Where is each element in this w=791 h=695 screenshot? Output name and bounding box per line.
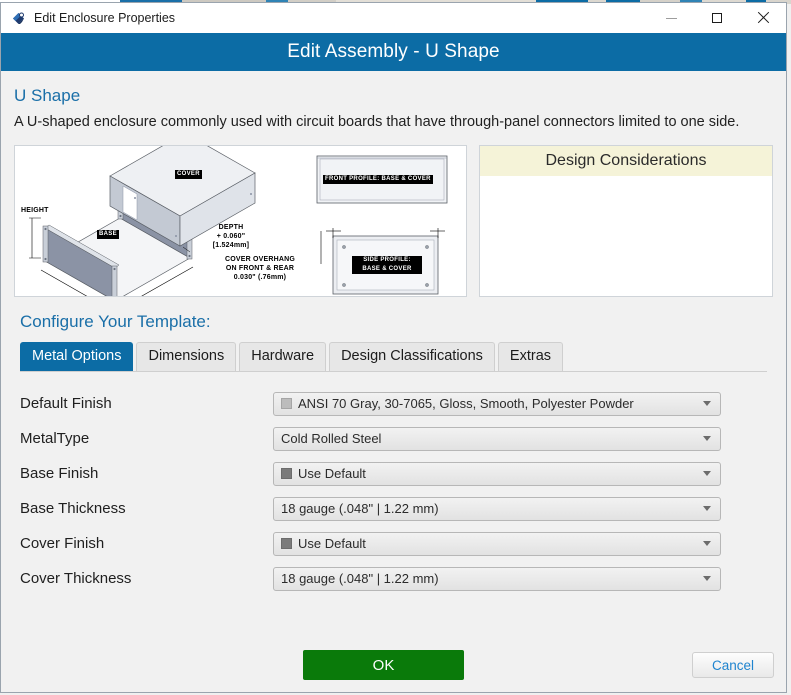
dropdown-default-finish[interactable]: ANSI 70 Gray, 30-7065, Gloss, Smooth, Po… <box>273 391 721 416</box>
ok-button[interactable]: OK <box>303 650 464 680</box>
title-bar-left: Edit Enclosure Properties <box>1 10 175 27</box>
tab-design-classifications[interactable]: Design Classifications <box>329 342 495 371</box>
dropdown-cover-thickness[interactable]: 18 gauge (.048" | 1.22 mm) <box>273 566 721 591</box>
tab-metal-options[interactable]: Metal Options <box>20 342 134 371</box>
drawing-label-side-profile-line1: SIDE PROFILE: <box>352 256 422 265</box>
chevron-down-icon <box>703 576 711 581</box>
form-row-cover-thickness: Cover Thickness 18 gauge (.048" | 1.22 m… <box>20 561 773 596</box>
dialog-content: U Shape A U-shaped enclosure commonly us… <box>1 71 786 692</box>
maximize-button[interactable] <box>694 3 740 33</box>
maximize-icon <box>712 13 722 23</box>
chevron-down-icon <box>703 471 711 476</box>
design-considerations-panel: Design Considerations <box>479 145 773 297</box>
minimize-button[interactable] <box>648 3 694 33</box>
dropdown-value-default-finish: ANSI 70 Gray, 30-7065, Gloss, Smooth, Po… <box>298 396 634 411</box>
drawing-callout-overhang-line3: 0.030" (.76mm) <box>233 274 287 281</box>
label-base-finish: Base Finish <box>20 465 99 482</box>
configure-tabs: Metal Options Dimensions Hardware Design… <box>20 342 773 371</box>
shape-description: A U-shaped enclosure commonly used with … <box>14 114 740 130</box>
dropdown-metal-type[interactable]: Cold Rolled Steel <box>273 426 721 451</box>
dropdown-base-finish[interactable]: Use Default <box>273 461 721 486</box>
dialog-footer: OK Cancel <box>1 650 786 682</box>
dropdown-base-thickness[interactable]: 18 gauge (.048" | 1.22 mm) <box>273 496 721 521</box>
label-cover-finish: Cover Finish <box>20 535 105 552</box>
drawing-label-cover: COVER <box>175 170 202 179</box>
form-row-base-thickness: Base Thickness 18 gauge (.048" | 1.22 mm… <box>20 491 773 526</box>
enclosure-app-icon <box>10 10 27 27</box>
form-row-cover-finish: Cover Finish Use Default <box>20 526 773 561</box>
title-bar: Edit Enclosure Properties <box>1 3 786 33</box>
tab-extras[interactable]: Extras <box>497 342 564 371</box>
drawing-callout-depth-line3: [1.524mm] <box>212 242 250 249</box>
drawing-label-side-profile-line2: BASE & COVER <box>352 265 422 274</box>
form-row-default-finish: Default Finish ANSI 70 Gray, 30-7065, Gl… <box>20 386 773 421</box>
configure-template-heading: Configure Your Template: <box>20 312 211 331</box>
dropdown-cover-finish[interactable]: Use Default <box>273 531 721 556</box>
assembly-banner: Edit Assembly - U Shape <box>1 33 786 71</box>
chevron-down-icon <box>703 401 711 406</box>
metal-options-form: Default Finish ANSI 70 Gray, 30-7065, Gl… <box>14 386 773 596</box>
dropdown-value-base-finish: Use Default <box>298 466 366 481</box>
tab-strip-divider <box>20 371 767 372</box>
form-row-metal-type: MetalType Cold Rolled Steel <box>20 421 773 456</box>
label-base-thickness: Base Thickness <box>20 500 126 517</box>
drawing-callout-overhang-line1: COVER OVERHANG <box>224 256 296 263</box>
chevron-down-icon <box>703 541 711 546</box>
chevron-down-icon <box>703 506 711 511</box>
label-cover-thickness: Cover Thickness <box>20 570 132 587</box>
chevron-down-icon <box>703 436 711 441</box>
illustration-row: COVER BASE HEIGHT WIDTH DEPTH DEPTH + 0.… <box>14 145 773 297</box>
label-default-finish: Default Finish <box>20 395 112 412</box>
u-shape-technical-drawing: COVER BASE HEIGHT WIDTH DEPTH DEPTH + 0.… <box>14 145 467 297</box>
edit-enclosure-properties-window: Edit Enclosure Properties Edit Assembly … <box>0 2 787 693</box>
dropdown-value-cover-thickness: 18 gauge (.048" | 1.22 mm) <box>281 571 439 586</box>
minimize-icon <box>665 17 677 19</box>
cancel-button[interactable]: Cancel <box>692 652 774 678</box>
close-icon <box>757 12 769 24</box>
assembly-banner-title: Edit Assembly - U Shape <box>287 41 500 62</box>
drawing-callout-depth-line1: DEPTH <box>218 224 244 231</box>
drawing-label-height: HEIGHT <box>21 207 49 214</box>
dropdown-value-cover-finish: Use Default <box>298 536 366 551</box>
tab-hardware[interactable]: Hardware <box>239 342 327 371</box>
color-swatch-cover-finish <box>281 538 292 549</box>
drawing-callout-depth-line2: + 0.060" <box>216 233 246 240</box>
tab-dimensions[interactable]: Dimensions <box>136 342 237 371</box>
shape-heading: U Shape <box>14 86 81 105</box>
color-swatch-base-finish <box>281 468 292 479</box>
drawing-label-front-profile: FRONT PROFILE: BASE & COVER <box>323 175 433 184</box>
label-metal-type: MetalType <box>20 430 90 447</box>
design-considerations-title: Design Considerations <box>480 146 772 176</box>
drawing-callout-overhang-line2: ON FRONT & REAR <box>225 265 295 272</box>
dropdown-value-metal-type: Cold Rolled Steel <box>281 431 382 446</box>
dropdown-value-base-thickness: 18 gauge (.048" | 1.22 mm) <box>281 501 439 516</box>
drawing-label-base: BASE <box>97 230 119 239</box>
color-swatch-default-finish <box>281 398 292 409</box>
window-controls <box>648 3 786 33</box>
design-considerations-body <box>480 176 772 296</box>
close-button[interactable] <box>740 3 786 33</box>
window-title: Edit Enclosure Properties <box>34 11 176 25</box>
form-row-base-finish: Base Finish Use Default <box>20 456 773 491</box>
